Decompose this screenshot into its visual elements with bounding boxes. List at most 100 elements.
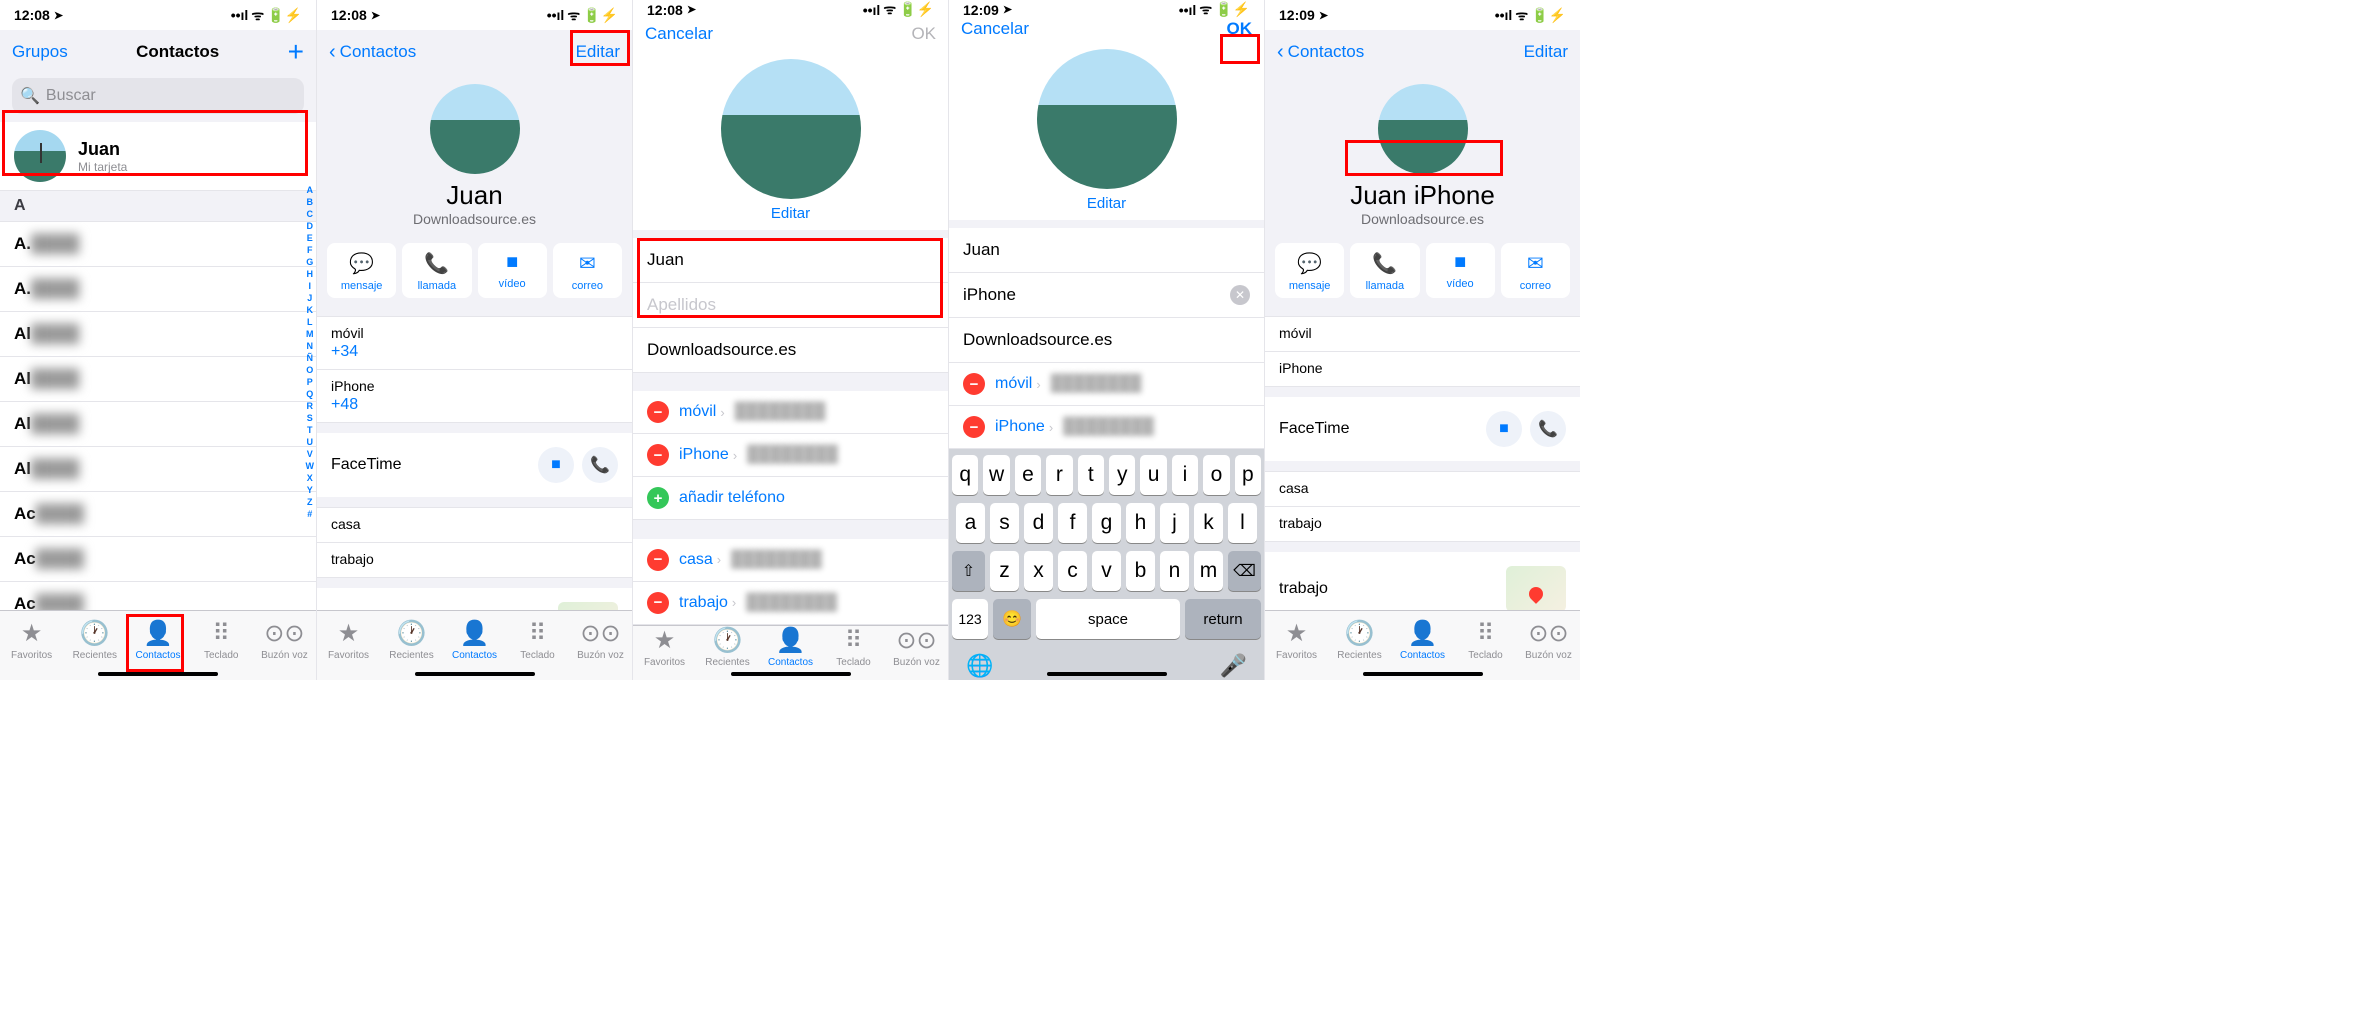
minus-icon[interactable]: − <box>963 416 985 438</box>
avatar[interactable] <box>1037 49 1177 189</box>
key-s[interactable]: s <box>990 503 1019 543</box>
search-input[interactable]: 🔍 Buscar <box>12 78 304 114</box>
message-button[interactable]: 💬mensaje <box>327 243 396 298</box>
detail-body[interactable]: móvil +34 iPhone +48 FaceTime ■ 📞 casa t… <box>317 306 632 610</box>
field-type[interactable]: iPhone › <box>679 446 737 464</box>
add-contact-button[interactable]: + <box>288 36 304 68</box>
address-row[interactable]: trabajo <box>317 588 632 610</box>
globe-icon[interactable]: 🌐 <box>966 653 993 679</box>
email-home-row[interactable]: casa <box>1265 472 1580 507</box>
tab-voicemail[interactable]: ⊙⊙Buzón voz <box>569 611 632 668</box>
key-l[interactable]: l <box>1228 503 1257 543</box>
video-button[interactable]: ■vídeo <box>478 243 547 298</box>
key-p[interactable]: p <box>1235 455 1261 495</box>
key-a[interactable]: a <box>956 503 985 543</box>
key-g[interactable]: g <box>1092 503 1121 543</box>
email-work-row[interactable]: trabajo <box>1265 507 1580 541</box>
tab-keypad[interactable]: ⠿Teclado <box>506 611 569 668</box>
contact-row[interactable]: Al████ <box>0 357 316 402</box>
field-type[interactable]: casa › <box>679 551 721 569</box>
phone-iphone-row[interactable]: iPhone <box>1265 352 1580 386</box>
key-w[interactable]: w <box>983 455 1009 495</box>
key-i[interactable]: i <box>1172 455 1198 495</box>
tab-favorites[interactable]: ★Favoritos <box>317 611 380 668</box>
return-key[interactable]: return <box>1185 599 1261 639</box>
lastname-field[interactable]: ✕ <box>949 273 1264 318</box>
edit-row[interactable]: −móvil ›████████ <box>633 391 948 434</box>
space-key[interactable]: space <box>1036 599 1180 639</box>
lastname-field[interactable] <box>633 283 948 328</box>
call-button[interactable]: 📞llamada <box>1350 243 1419 298</box>
email-home-row[interactable]: casa <box>317 508 632 543</box>
address-row[interactable]: trabajo <box>1265 552 1580 610</box>
key-k[interactable]: k <box>1194 503 1223 543</box>
edit-button[interactable]: Editar <box>1524 42 1568 62</box>
key-y[interactable]: y <box>1109 455 1135 495</box>
key-n[interactable]: n <box>1160 551 1189 591</box>
edit-photo-button[interactable]: Editar <box>771 205 810 222</box>
contact-row[interactable]: Al████ <box>0 447 316 492</box>
mail-button[interactable]: ✉correo <box>553 243 622 298</box>
ok-button[interactable]: OK <box>1227 19 1253 39</box>
field-type[interactable]: móvil › <box>679 403 725 421</box>
clear-icon[interactable]: ✕ <box>1230 285 1250 305</box>
home-indicator[interactable] <box>731 672 851 676</box>
field-type[interactable]: trabajo › <box>679 594 736 612</box>
key-c[interactable]: c <box>1058 551 1087 591</box>
field-type[interactable]: añadir teléfono <box>679 489 785 507</box>
message-button[interactable]: 💬mensaje <box>1275 243 1344 298</box>
edit-row[interactable]: + añadir teléfono <box>633 477 948 520</box>
phone-mobile-row[interactable]: móvil <box>1265 317 1580 352</box>
minus-icon[interactable]: − <box>963 373 985 395</box>
edit-row[interactable]: −iPhone ›████████ <box>949 406 1264 449</box>
contact-row[interactable]: Ac████ <box>0 537 316 582</box>
key-f[interactable]: f <box>1058 503 1087 543</box>
key-z[interactable]: z <box>990 551 1019 591</box>
company-field[interactable] <box>633 328 948 373</box>
edit-button[interactable]: Editar <box>576 42 620 62</box>
alphabet-index[interactable]: ABCDEFGHIJKLMNÑOPQRSTUVWXYZ# <box>306 184 315 520</box>
minus-icon[interactable]: − <box>647 401 669 423</box>
minus-icon[interactable]: − <box>647 592 669 614</box>
key-v[interactable]: v <box>1092 551 1121 591</box>
shift-key[interactable]: ⇧ <box>952 551 985 591</box>
key-d[interactable]: d <box>1024 503 1053 543</box>
ok-button[interactable]: OK <box>911 24 936 44</box>
call-button[interactable]: 📞llamada <box>402 243 471 298</box>
tab-favorites[interactable]: ★Favoritos <box>0 611 63 668</box>
firstname-field[interactable] <box>949 228 1264 273</box>
firstname-field[interactable] <box>633 238 948 283</box>
field-type[interactable]: móvil › <box>995 375 1041 393</box>
emoji-key[interactable]: 😊 <box>993 599 1031 639</box>
contact-row[interactable]: A.████ <box>0 222 316 267</box>
plus-icon[interactable]: + <box>647 487 669 509</box>
key-q[interactable]: q <box>952 455 978 495</box>
back-button[interactable]: ‹Contactos <box>1277 41 1364 64</box>
home-indicator[interactable] <box>98 672 218 676</box>
key-u[interactable]: u <box>1140 455 1166 495</box>
groups-button[interactable]: Grupos <box>12 42 68 62</box>
tab-contacts[interactable]: 👤Contactos <box>443 611 506 668</box>
mic-icon[interactable]: 🎤 <box>1220 653 1247 679</box>
contact-row[interactable]: Al████ <box>0 402 316 447</box>
minus-icon[interactable]: − <box>647 549 669 571</box>
phone-iphone-row[interactable]: iPhone +48 <box>317 370 632 422</box>
contacts-list[interactable]: Juan Mi tarjeta A A.████A.████Al████Al██… <box>0 122 316 610</box>
key-e[interactable]: e <box>1015 455 1041 495</box>
home-indicator[interactable] <box>1363 672 1483 676</box>
tab-contacts[interactable]: 👤Contactos <box>126 611 189 668</box>
contact-row[interactable]: Ac████ <box>0 492 316 537</box>
edit-photo-button[interactable]: Editar <box>1087 195 1126 212</box>
tab-voicemail[interactable]: ⊙⊙Buzón voz <box>253 611 316 668</box>
key-t[interactable]: t <box>1078 455 1104 495</box>
home-indicator[interactable] <box>415 672 535 676</box>
avatar[interactable] <box>721 59 861 199</box>
cancel-button[interactable]: Cancelar <box>961 19 1029 39</box>
key-o[interactable]: o <box>1203 455 1229 495</box>
contact-row[interactable]: Ac████ <box>0 582 316 610</box>
company-field[interactable] <box>949 318 1264 363</box>
mail-button[interactable]: ✉correo <box>1501 243 1570 298</box>
my-card-row[interactable]: Juan Mi tarjeta <box>0 122 316 191</box>
edit-row[interactable]: −iPhone ›████████ <box>633 434 948 477</box>
cancel-button[interactable]: Cancelar <box>645 24 713 44</box>
